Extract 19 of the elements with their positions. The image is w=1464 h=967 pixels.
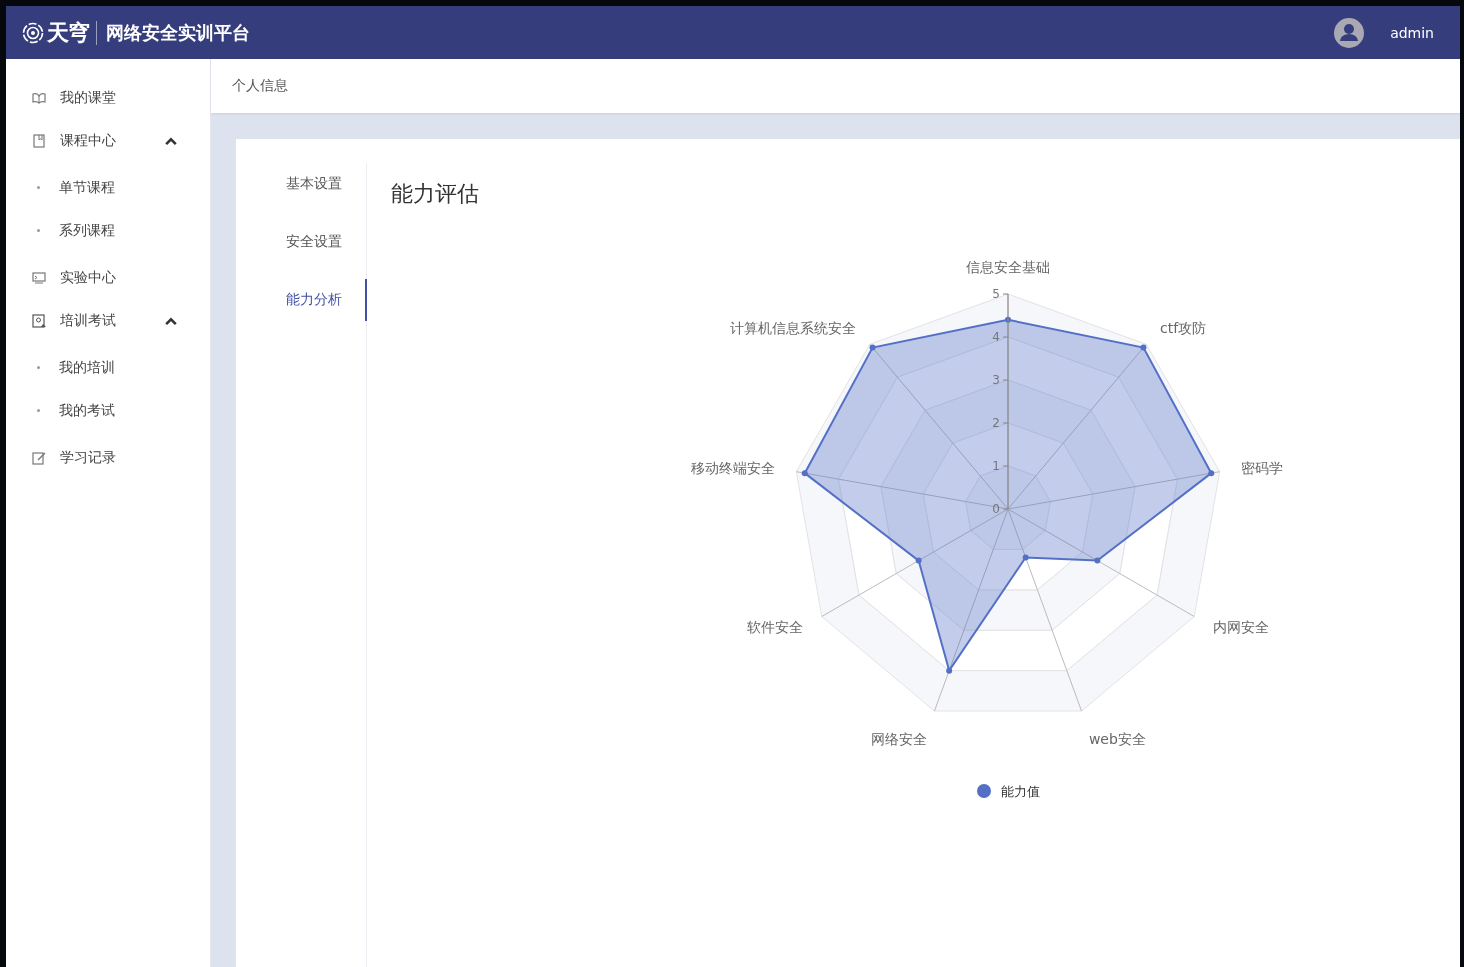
axis-category-label: 密码学 <box>1240 459 1283 476</box>
axis-tick-label: 2 <box>992 416 1000 430</box>
breadcrumb: 个人信息 <box>232 77 288 95</box>
axis-category-label: 移动终端安全 <box>691 459 776 476</box>
app-title: 网络安全实训平台 <box>106 20 250 45</box>
axis-category-label: 网络安全 <box>871 731 928 748</box>
app-logo: 天穹 <box>22 17 89 48</box>
axis-category-label: web安全 <box>1088 731 1146 748</box>
axis-category-label: 内网安全 <box>1212 619 1269 636</box>
axis-category-label: ctf攻防 <box>1160 319 1207 336</box>
axis-category-label: 信息安全基础 <box>966 258 1050 275</box>
axis-category-label: 计算机信息系统安全 <box>730 319 856 336</box>
axis-tick-label: 3 <box>992 373 1000 387</box>
axis-category-label: 软件安全 <box>747 619 804 636</box>
axis-tick-label: 4 <box>992 330 1000 344</box>
axis-tick-label: 5 <box>992 287 1000 301</box>
axis-tick-label: 0 <box>992 502 1000 516</box>
axis-tick-label: 1 <box>992 459 1000 473</box>
panel-title: 能力评估 <box>391 180 479 208</box>
